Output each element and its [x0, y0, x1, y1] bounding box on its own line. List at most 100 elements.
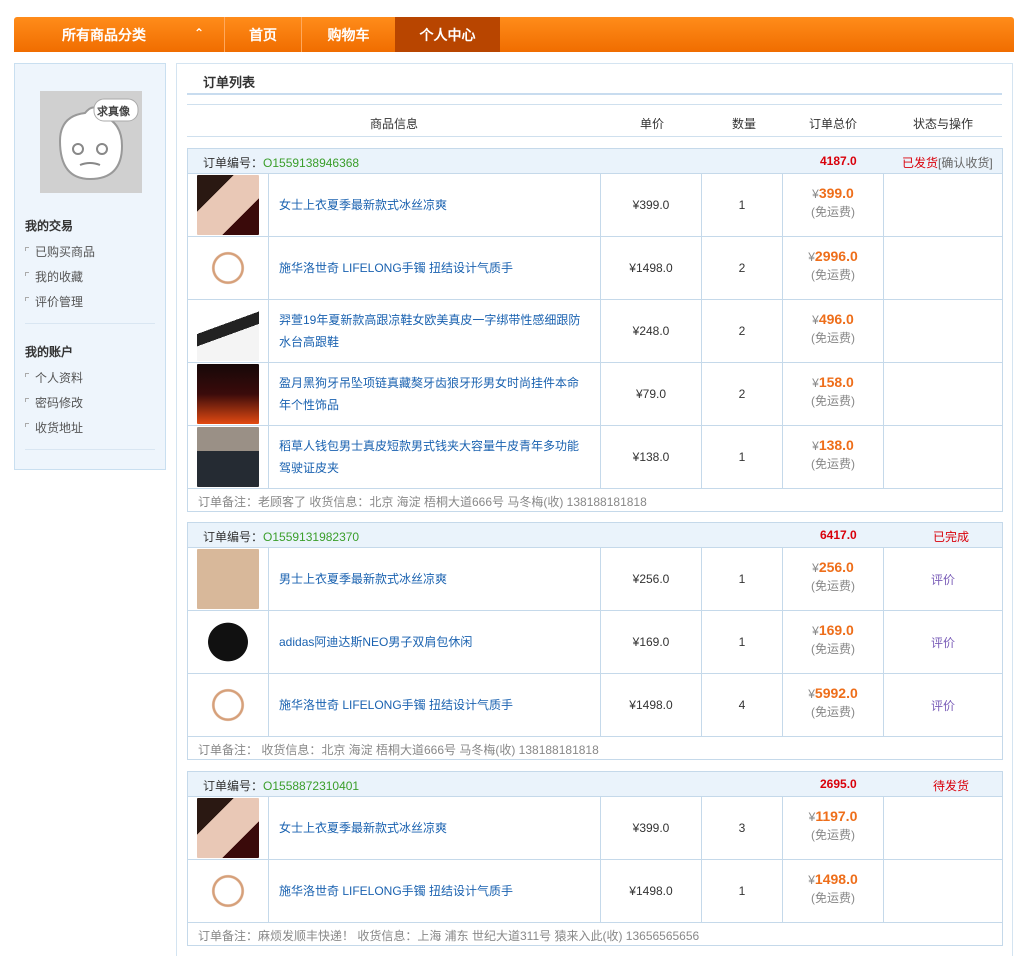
product-name-link[interactable]: 施华洛世奇 LIFELONG手镯 扭结设计气质手 [269, 860, 601, 922]
unit-price: ¥1498.0 [601, 860, 702, 922]
product-image[interactable] [197, 798, 259, 858]
sidebar-link-reviews[interactable]: 评价管理 [25, 293, 95, 318]
sidebar-link-address[interactable]: 收货地址 [25, 419, 83, 444]
subtotal-value: 399.0 [819, 185, 854, 201]
account-section: 我的账户 个人资料 密码修改 收货地址 [25, 343, 83, 444]
unit-price: ¥1498.0 [601, 237, 702, 299]
shipping-note: (免运费) [783, 455, 883, 472]
row-action [884, 860, 1002, 922]
col-qty: 数量 [732, 115, 756, 132]
product-image[interactable] [197, 861, 259, 921]
product-image-cell [188, 426, 269, 488]
quantity: 2 [702, 237, 783, 299]
shipping-note: (免运费) [783, 266, 883, 283]
col-product: 商品信息 [370, 115, 418, 132]
product-image-cell [188, 237, 269, 299]
shipping-note: (免运费) [783, 577, 883, 594]
table-row: adidas阿迪达斯NEO男子双肩包休闲 ¥169.0 1 ¥169.0(免运费… [188, 611, 1002, 674]
nav-user-center[interactable]: 个人中心 [395, 17, 500, 52]
order-number-label: 订单编号： [203, 779, 263, 793]
table-row: 施华洛世奇 LIFELONG手镯 扭结设计气质手 ¥1498.0 2 ¥2996… [188, 237, 1002, 300]
review-link[interactable]: 评价 [884, 674, 1002, 736]
shipping-note: (免运费) [783, 203, 883, 220]
quantity: 2 [702, 363, 783, 425]
nav-cart[interactable]: 购物车 [301, 17, 395, 52]
order-header: 订单编号：O1559131982370 6417.0 已完成 [188, 523, 1002, 548]
order-total: 4187.0 [820, 154, 857, 168]
product-name-link[interactable]: 施华洛世奇 LIFELONG手镯 扭结设计气质手 [269, 237, 601, 299]
sidebar-link-password[interactable]: 密码修改 [25, 394, 83, 419]
product-name-link[interactable]: 施华洛世奇 LIFELONG手镯 扭结设计气质手 [269, 674, 601, 736]
product-image[interactable] [197, 427, 259, 487]
product-image[interactable] [197, 238, 259, 298]
sidebar-link-purchased[interactable]: 已购买商品 [25, 243, 95, 268]
product-name-link[interactable]: 女士上衣夏季最新款式冰丝凉爽 [269, 797, 601, 859]
product-name-link[interactable]: 盈月黑狗牙吊坠项链真藏獒牙齿狼牙形男女时尚挂件本命年个性饰品 [269, 363, 601, 425]
currency-symbol: ¥ [808, 873, 815, 887]
product-name-link[interactable]: 羿萱19年夏新款高跟凉鞋女欧美真皮一字绑带性感细跟防水台高跟鞋 [269, 300, 601, 362]
review-link[interactable]: 评价 [884, 611, 1002, 673]
chevron-up-icon: ⌃ [194, 26, 204, 40]
unit-price: ¥79.0 [601, 363, 702, 425]
order-total: 6417.0 [820, 528, 857, 542]
subtotal-value: 496.0 [819, 311, 854, 327]
subtotal: ¥496.0 (免运费) [783, 300, 884, 362]
order-number: 订单编号：O1558872310401 [203, 777, 359, 794]
sidebar-link-favorites[interactable]: 我的收藏 [25, 268, 95, 293]
sidebar-link-profile[interactable]: 个人资料 [25, 369, 83, 394]
product-image-cell [188, 674, 269, 736]
table-row: 女士上衣夏季最新款式冰丝凉爽 ¥399.0 1 ¥399.0(免运费) [188, 174, 1002, 237]
subtotal-value: 158.0 [819, 374, 854, 390]
table-row: 稻草人钱包男士真皮短款男式钱夹大容量牛皮青年多功能驾驶证皮夹 ¥138.0 1 … [188, 426, 1002, 489]
avatar[interactable]: 求真像 [40, 91, 142, 193]
table-row: 羿萱19年夏新款高跟凉鞋女欧美真皮一字绑带性感细跟防水台高跟鞋 ¥248.0 2… [188, 300, 1002, 363]
product-image-cell [188, 300, 269, 362]
product-name-link[interactable]: 男士上衣夏季最新款式冰丝凉爽 [269, 548, 601, 610]
table-row: 男士上衣夏季最新款式冰丝凉爽 ¥256.0 1 ¥256.0(免运费) 评价 [188, 548, 1002, 611]
unit-price: ¥399.0 [601, 174, 702, 236]
product-image[interactable] [197, 612, 259, 672]
product-image[interactable] [197, 549, 259, 609]
confirm-receipt-link[interactable]: [确认收货] [938, 156, 993, 170]
divider [25, 449, 155, 450]
currency-symbol: ¥ [812, 313, 819, 327]
subtotal-value: 1197.0 [815, 808, 857, 824]
product-name-link[interactable]: adidas阿迪达斯NEO男子双肩包休闲 [269, 611, 601, 673]
nav-home[interactable]: 首页 [224, 17, 301, 52]
product-image[interactable] [197, 175, 259, 235]
order-header: 订单编号：O1558872310401 2695.0 待发货 [188, 772, 1002, 797]
shipping-note: (免运费) [783, 392, 883, 409]
product-image-cell [188, 548, 269, 610]
currency-symbol: ¥ [812, 561, 819, 575]
product-image-cell [188, 797, 269, 859]
quantity: 1 [702, 611, 783, 673]
order-note: 订单备注： 收货信息：北京 海淀 梧桐大道666号 马冬梅(收) 1381881… [188, 737, 1002, 759]
subtotal: ¥399.0 (免运费) [783, 174, 884, 236]
account-title: 我的账户 [25, 343, 83, 360]
col-price: 单价 [640, 115, 664, 132]
table-row: 施华洛世奇 LIFELONG手镯 扭结设计气质手 ¥1498.0 1 ¥1498… [188, 860, 1002, 923]
all-categories-label: 所有商品分类 [62, 25, 146, 45]
row-action [884, 797, 1002, 859]
row-action [884, 300, 1002, 362]
table-row: 施华洛世奇 LIFELONG手镯 扭结设计气质手 ¥1498.0 4 ¥5992… [188, 674, 1002, 737]
product-image[interactable] [197, 301, 259, 361]
product-image[interactable] [197, 675, 259, 735]
page-title: 订单列表 [187, 64, 1002, 95]
currency-symbol: ¥ [812, 187, 819, 201]
order-status: 已发货[确认收货] [902, 154, 993, 171]
shipping-note: (免运费) [783, 329, 883, 346]
review-link[interactable]: 评价 [884, 548, 1002, 610]
order-number-label: 订单编号： [203, 530, 263, 544]
currency-symbol: ¥ [812, 624, 819, 638]
trade-section: 我的交易 已购买商品 我的收藏 评价管理 [25, 217, 95, 318]
product-name-link[interactable]: 女士上衣夏季最新款式冰丝凉爽 [269, 174, 601, 236]
order-header: 订单编号：O1559138946368 4187.0 已发货[确认收货] [188, 149, 1002, 174]
product-image[interactable] [197, 364, 259, 424]
product-name-link[interactable]: 稻草人钱包男士真皮短款男式钱夹大容量牛皮青年多功能驾驶证皮夹 [269, 426, 601, 488]
product-image-cell [188, 174, 269, 236]
currency-symbol: ¥ [812, 376, 819, 390]
subtotal-value: 256.0 [819, 559, 854, 575]
all-categories-menu[interactable]: 所有商品分类 ⌃ [14, 17, 224, 52]
sidebar: 求真像 我的交易 已购买商品 我的收藏 评价管理 我的账户 个人资料 密码修改 … [14, 63, 166, 470]
